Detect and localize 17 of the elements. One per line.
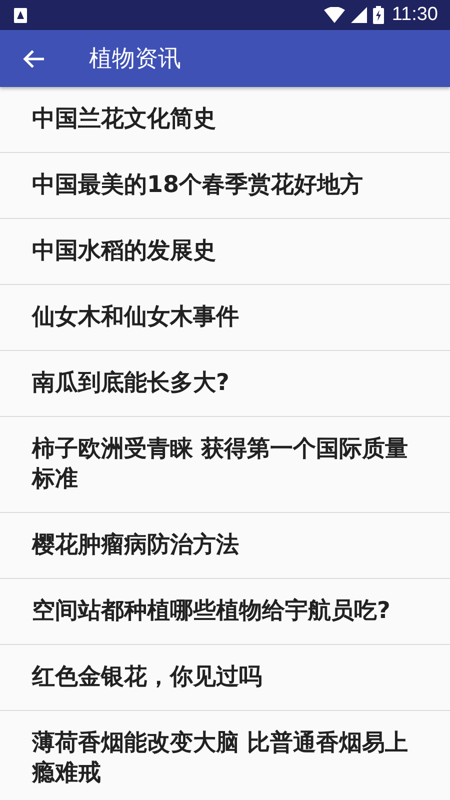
article-list-item[interactable]: 柿子欧洲受青睐 获得第一个国际质量标准: [0, 417, 450, 513]
toolbar-title: 植物资讯: [89, 45, 181, 74]
article-list-item[interactable]: 中国水稻的发展史: [0, 219, 450, 285]
article-list-item[interactable]: 中国最美的18个春季赏花好地方: [0, 153, 450, 219]
app-notification-icon: [14, 8, 27, 22]
article-list-item[interactable]: 薄荷香烟能改变大脑 比普通香烟易上瘾难戒: [0, 711, 450, 800]
article-list-item[interactable]: 樱花肿瘤病防治方法: [0, 513, 450, 579]
article-list-item[interactable]: 红色金银花，你见过吗: [0, 645, 450, 711]
wifi-icon: [324, 7, 345, 23]
back-arrow-icon: [23, 48, 45, 68]
article-list-item[interactable]: 仙女木和仙女木事件: [0, 285, 450, 351]
battery-charging-icon: [372, 6, 384, 24]
signal-icon: [350, 7, 367, 23]
status-time: 11:30: [392, 4, 438, 26]
article-list-item[interactable]: 南瓜到底能长多大?: [0, 351, 450, 417]
article-list-item[interactable]: 中国兰花文化简史: [0, 87, 450, 153]
article-list-item[interactable]: 空间站都种植哪些植物给宇航员吃?: [0, 579, 450, 645]
